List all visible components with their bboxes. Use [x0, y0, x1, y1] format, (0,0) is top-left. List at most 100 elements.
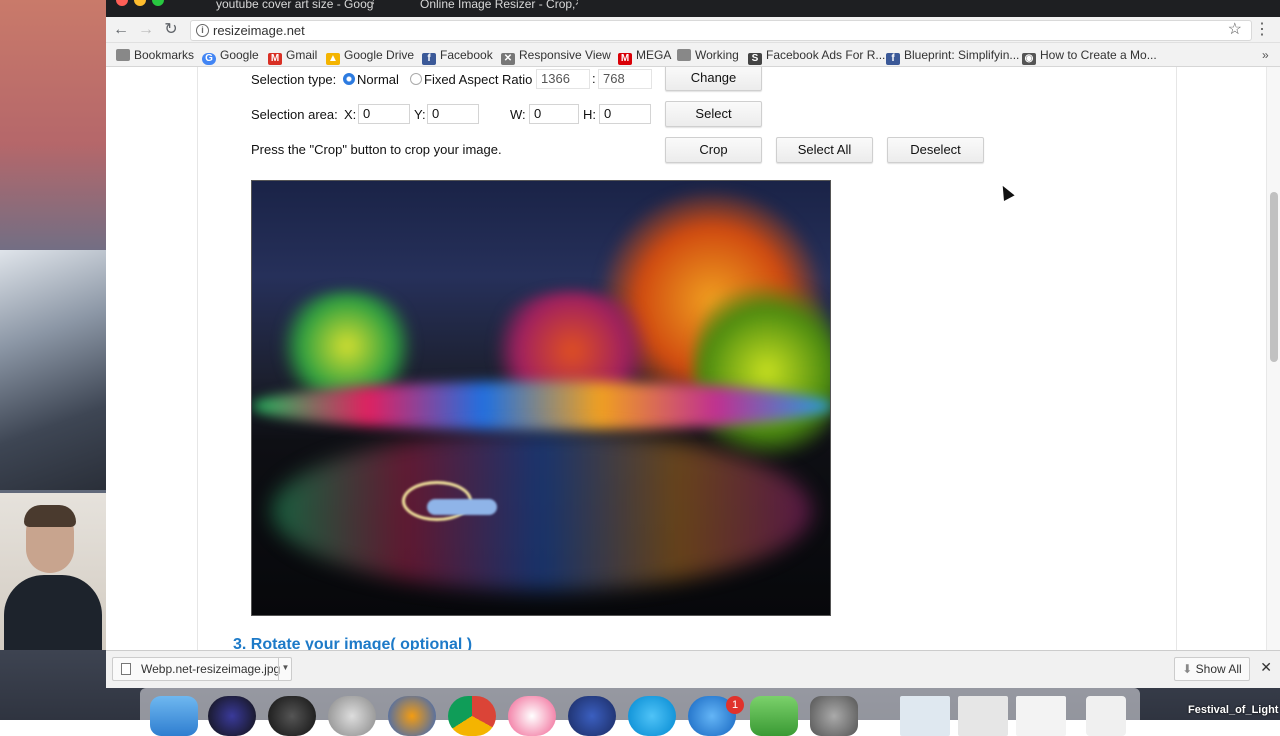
finder-icon[interactable]	[150, 696, 198, 736]
reload-icon[interactable]: ↻	[160, 19, 182, 41]
menu-kebab-icon[interactable]: ⋮	[1254, 19, 1270, 39]
h-input[interactable]: 0	[599, 104, 651, 124]
w-input[interactable]: 0	[529, 104, 579, 124]
y-label: Y:	[414, 107, 426, 122]
tab-bar: youtube cover art size - Googl ✕ Online …	[106, 0, 1280, 17]
info-icon[interactable]: i	[196, 24, 209, 37]
facetime-icon[interactable]	[750, 696, 798, 736]
show-all-label: Show All	[1196, 662, 1242, 676]
bookmark-label: Gmail	[286, 48, 317, 62]
close-window-dot[interactable]	[116, 0, 128, 6]
bookmark-google-drive[interactable]: ▲ Google Drive	[326, 48, 414, 65]
selection-type-label: Selection type:	[251, 72, 336, 87]
macos-dock	[140, 688, 1140, 720]
system-preferences-icon[interactable]	[810, 696, 858, 736]
tab-youtube-cover-art[interactable]: youtube cover art size - Googl ✕	[182, 0, 374, 17]
page-viewport: Selection type: Normal Fixed Aspect Rati…	[106, 67, 1280, 650]
bookmarks-bar: Bookmarks GGoogle M Gmail ▲ Google Drive f…	[106, 43, 1280, 67]
x-input[interactable]: 0	[358, 104, 410, 124]
address-url: resizeimage.net	[213, 23, 305, 38]
deselect-button[interactable]: Deselect	[887, 137, 984, 163]
drive-icon: ▲	[326, 53, 340, 65]
bookmark-bookmarks[interactable]: Bookmarks	[116, 48, 194, 62]
section-rotate-heading: 3. Rotate your image( optional )	[233, 636, 472, 650]
tab-close-icon[interactable]: ✕	[370, 0, 374, 6]
download-options-caret-icon[interactable]: ▼	[278, 657, 292, 681]
bookmark-label: MEGA	[636, 48, 671, 62]
firefox-icon[interactable]	[388, 696, 436, 736]
desktop-thumbnail-icon[interactable]	[958, 696, 1008, 736]
select-all-button[interactable]: Select All	[776, 137, 873, 163]
aspect-height-input[interactable]: 768	[598, 69, 652, 89]
folder-icon	[677, 49, 691, 61]
crop-image-canvas[interactable]	[251, 180, 831, 616]
zoom-window-dot[interactable]	[152, 0, 164, 6]
bookmark-label: Facebook Ads For R...	[766, 48, 885, 62]
desktop-thumbnail-icon[interactable]	[900, 696, 950, 736]
bookmark-label: Facebook	[440, 48, 493, 62]
selection-area-label: Selection area:	[251, 107, 338, 122]
normal-label: Normal	[357, 72, 399, 87]
downloads-close-icon[interactable]: ✕	[1260, 659, 1272, 676]
fixed-aspect-radio[interactable]	[410, 73, 422, 85]
bookmark-label: Bookmarks	[134, 48, 194, 62]
bookmark-mega[interactable]: M MEGA	[618, 48, 671, 65]
webcam-overlay	[0, 493, 106, 650]
normal-radio[interactable]	[343, 73, 355, 85]
bookmark-blueprint[interactable]: fBlueprint: Simplifyin...	[886, 48, 1019, 65]
bookmark-google[interactable]: GGoogle	[202, 48, 259, 65]
back-arrow-icon[interactable]: ←	[110, 19, 132, 41]
bookmark-star-icon[interactable]: ☆	[1228, 19, 1242, 39]
tab-label: Online Image Resizer - Crop, R	[420, 0, 578, 11]
itunes-icon[interactable]	[508, 696, 556, 736]
site-icon: S	[748, 53, 762, 65]
bookmarks-overflow-icon[interactable]: »	[1262, 48, 1269, 62]
mega-icon: M	[618, 53, 632, 65]
aspect-separator: :	[592, 71, 596, 86]
gmail-icon: M	[268, 53, 282, 65]
trash-icon[interactable]	[1086, 696, 1126, 736]
crop-button[interactable]: Crop	[665, 137, 762, 163]
facebook-icon: f	[886, 53, 900, 65]
bookmark-label: Responsive View	[519, 48, 611, 62]
chrome-icon[interactable]	[448, 696, 496, 736]
show-all-downloads-button[interactable]: ⬇ Show All	[1174, 657, 1250, 681]
bookmark-label: How to Create a Mo...	[1040, 48, 1157, 62]
aspect-width-input[interactable]: 1366	[536, 69, 590, 89]
downloads-bar: Webp.net-resizeimage.jpg ▼ ⬇ Show All ✕	[106, 650, 1280, 688]
bookmark-facebook[interactable]: fFacebook	[422, 48, 493, 65]
bookmark-gmail[interactable]: M Gmail	[268, 48, 317, 65]
bookmark-facebook-ads[interactable]: S Facebook Ads For R...	[748, 48, 885, 65]
tab-online-image-resizer[interactable]: Online Image Resizer - Crop, R ✕	[386, 0, 578, 17]
forward-arrow-icon[interactable]: →	[135, 19, 157, 41]
address-bar[interactable]: i resizeimage.net	[190, 20, 1252, 41]
select-button[interactable]: Select	[665, 101, 762, 127]
download-item[interactable]: Webp.net-resizeimage.jpg ▼	[112, 657, 292, 681]
download-filename: Webp.net-resizeimage.jpg	[141, 662, 280, 676]
y-input[interactable]: 0	[427, 104, 479, 124]
dashboard-icon[interactable]	[268, 696, 316, 736]
file-icon	[121, 663, 131, 675]
bookmark-responsive-view[interactable]: ✕Responsive View	[501, 48, 611, 65]
x-label: X:	[344, 107, 356, 122]
siri-icon[interactable]	[208, 696, 256, 736]
launchpad-icon[interactable]	[328, 696, 376, 736]
page-scrollbar[interactable]	[1266, 67, 1280, 650]
change-button[interactable]: Change	[665, 67, 762, 91]
bookmark-label: Working	[695, 48, 739, 62]
minimize-window-dot[interactable]	[134, 0, 146, 6]
photo-light-green	[692, 271, 831, 471]
download-arrow-icon: ⬇	[1182, 662, 1195, 676]
bookmark-working[interactable]: Working	[677, 48, 739, 62]
app-icon[interactable]	[568, 696, 616, 736]
tab-close-icon[interactable]: ✕	[574, 0, 578, 6]
w-label: W:	[510, 107, 526, 122]
skype-icon[interactable]	[628, 696, 676, 736]
desktop-thumbnail-icon[interactable]	[1016, 696, 1066, 736]
desktop-file-label[interactable]: Festival_of_Light	[1188, 704, 1278, 716]
photo-boat	[427, 499, 497, 515]
scrollbar-thumb[interactable]	[1270, 192, 1278, 362]
bookmark-how-to-create[interactable]: ◉How to Create a Mo...	[1022, 48, 1157, 65]
bookmark-label: Google Drive	[344, 48, 414, 62]
wallpaper-mountain	[0, 250, 106, 490]
